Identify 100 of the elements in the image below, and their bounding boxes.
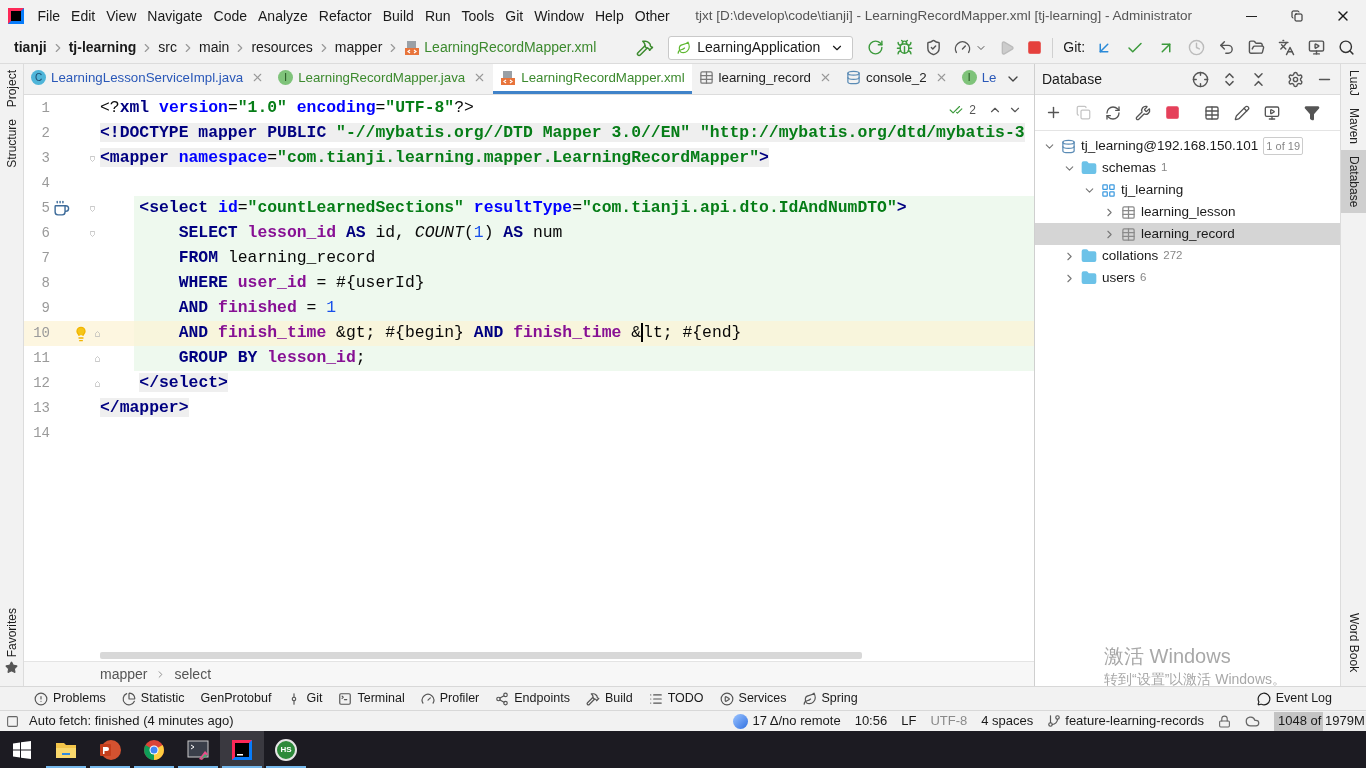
tree-item[interactable]: learning_record [1035, 223, 1340, 245]
tool-window-button[interactable]: GenProtobuf [192, 689, 280, 708]
status-item[interactable]: 17 Δ/no remote [733, 711, 841, 731]
tool-window-button[interactable]: Event Log [1256, 689, 1332, 708]
tool-window-button[interactable]: Spring [794, 689, 866, 708]
breadcrumb-item[interactable]: select [174, 663, 212, 685]
tool-window-button[interactable]: Profiler [412, 689, 488, 708]
menu-item[interactable]: Analyze [252, 5, 314, 27]
menu-item[interactable]: Other [629, 5, 676, 27]
taskbar-button[interactable]: HS [264, 731, 308, 768]
menu-item[interactable]: Refactor [313, 5, 378, 27]
tool-window-tab[interactable]: Project [0, 64, 23, 114]
edit-icon[interactable] [1234, 104, 1250, 121]
menu-item[interactable]: Git [499, 5, 529, 27]
tool-window-tab[interactable]: Database [1341, 150, 1366, 214]
fold-marker-icon[interactable] [90, 154, 95, 163]
line-number: 14 [33, 424, 50, 443]
menu-item[interactable]: View [100, 5, 142, 27]
editor-tab[interactable]: LearningRecordMapper.xml [493, 64, 692, 94]
fold-marker-icon[interactable] [95, 354, 100, 363]
status-item[interactable]: feature-learning-records [1047, 711, 1204, 731]
lock-icon[interactable] [1218, 714, 1231, 728]
menu-item[interactable]: Build [377, 5, 420, 27]
tree-item[interactable]: tj_learning [1035, 179, 1340, 201]
breadcrumb-item[interactable]: resources [251, 37, 313, 58]
breadcrumb-item[interactable]: main [199, 37, 230, 58]
undo-icon[interactable] [1218, 39, 1236, 56]
menu-item[interactable]: Tools [456, 5, 500, 27]
fold-marker-icon[interactable] [90, 204, 95, 213]
breadcrumb-item[interactable]: tj-learning [68, 37, 137, 58]
editor-tab[interactable]: I Le [954, 64, 1004, 94]
tool-window-button[interactable]: Git [279, 689, 331, 708]
tree-item[interactable]: tj_learning@192.168.150.101 1 of 19 [1035, 135, 1340, 157]
tree-item[interactable]: schemas 1 [1035, 157, 1340, 179]
console-window-icon[interactable] [1264, 104, 1280, 121]
menu-item[interactable]: Run [419, 5, 457, 27]
filter-icon[interactable] [1304, 104, 1320, 121]
settings-icon[interactable] [1287, 70, 1304, 88]
tree-item[interactable]: collations 272 [1035, 245, 1340, 267]
editor-tab[interactable]: C LearningLessonServiceImpl.java [24, 64, 272, 94]
debug-icon[interactable] [896, 39, 914, 56]
menu-item[interactable]: Help [589, 5, 630, 27]
fold-marker-icon[interactable] [90, 229, 95, 238]
run-configuration-dropdown[interactable]: LearningApplication [668, 35, 854, 60]
locate-icon[interactable] [1192, 70, 1209, 88]
stop-icon[interactable] [1027, 40, 1043, 55]
presentation-icon[interactable] [1308, 39, 1326, 56]
refresh-icon[interactable] [1105, 104, 1121, 121]
status-item[interactable]: LF [901, 711, 917, 731]
inspection-check-icon[interactable] [949, 103, 964, 117]
item-count: 1 [1161, 160, 1168, 176]
close-tab-icon[interactable] [819, 71, 832, 84]
translate-icon[interactable] [1278, 39, 1296, 56]
breadcrumb-item[interactable]: tianji [14, 37, 47, 58]
inspection-count[interactable]: 2 [969, 101, 976, 119]
breadcrumb-item[interactable]: src [158, 37, 177, 58]
tree-item[interactable]: users 6 [1035, 267, 1340, 289]
search-icon[interactable] [1338, 39, 1356, 56]
tool-window-tab[interactable]: Favorites [2, 603, 21, 678]
table-icon[interactable] [1204, 104, 1220, 121]
taskbar-button[interactable] [220, 731, 264, 768]
menu-item[interactable]: Navigate [141, 5, 209, 27]
tree-item[interactable]: learning_lesson [1035, 201, 1340, 223]
tool-window-button[interactable]: Terminal [330, 689, 413, 708]
editor-tab[interactable]: learning_record [691, 64, 839, 94]
tool-window-button[interactable]: Build [577, 689, 641, 708]
status-item[interactable]: 10:56 [854, 711, 888, 731]
horizontal-scrollbar[interactable] [100, 652, 862, 659]
editor-tab[interactable]: console_2 [839, 64, 955, 94]
breadcrumb-item[interactable]: mapper [334, 37, 383, 58]
menu-item[interactable]: Edit [65, 5, 101, 27]
tool-window-tab[interactable]: Structure [0, 113, 23, 175]
panel-toggle-icon[interactable] [6, 714, 19, 728]
menu-item[interactable]: Window [528, 5, 590, 27]
status-item[interactable]: 4 spaces [981, 711, 1034, 731]
hammer-icon[interactable] [636, 38, 655, 57]
tool-window-button[interactable]: TODO [640, 689, 712, 708]
editor-tab[interactable]: I LearningRecordMapper.java [271, 64, 494, 94]
breadcrumb-item[interactable]: LearningRecordMapper.xml [424, 37, 597, 58]
rerun-icon[interactable] [867, 39, 885, 56]
tool-window-button[interactable]: Problems [26, 689, 114, 708]
coverage-icon[interactable] [925, 39, 943, 56]
memory-indicator[interactable]: 1048 of 1979M [1274, 711, 1366, 731]
folder-icon[interactable] [1248, 39, 1266, 56]
tool-window-tab[interactable]: LuaJ [1341, 64, 1366, 103]
tool-window-button[interactable]: Statistic [113, 689, 193, 708]
profiler-icon[interactable] [954, 39, 972, 56]
wrench-icon[interactable] [1135, 104, 1151, 121]
tool-window-button[interactable]: Endpoints [487, 689, 578, 708]
tool-window-tab[interactable]: Word Book [1341, 606, 1366, 678]
add-icon[interactable] [1045, 104, 1062, 121]
tool-window-tab[interactable]: Maven [1341, 102, 1366, 151]
menu-item[interactable]: Code [208, 5, 253, 27]
coffee-cup-icon[interactable] [52, 200, 70, 217]
stop-icon[interactable] [1165, 105, 1180, 120]
menu-item[interactable]: File [32, 5, 66, 27]
fold-marker-icon[interactable] [95, 379, 100, 388]
breadcrumb-item[interactable]: mapper [100, 663, 148, 685]
tool-window-button[interactable]: Services [711, 689, 795, 708]
fold-marker-icon[interactable] [95, 329, 100, 338]
